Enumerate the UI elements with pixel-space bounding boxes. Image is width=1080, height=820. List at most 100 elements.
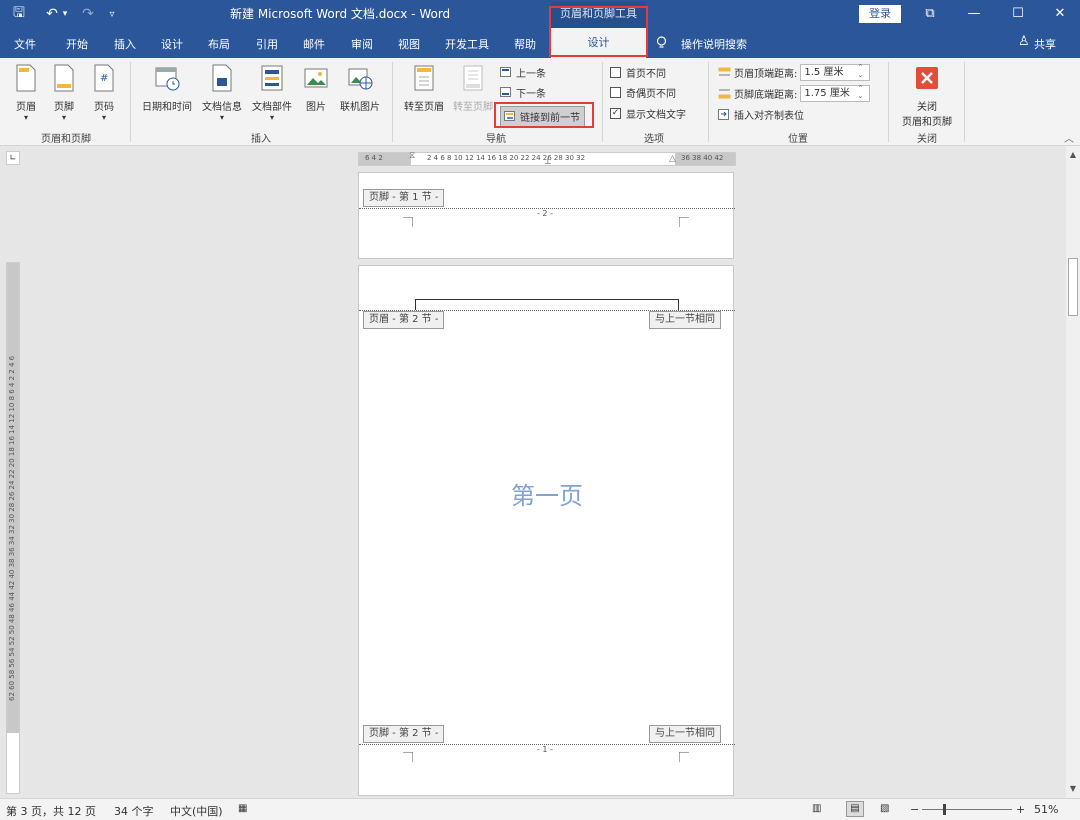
corner-crop-mark <box>679 217 689 227</box>
group-label-navigation: 导航 <box>486 134 506 145</box>
ruler-numbers-left: 6 4 2 <box>365 154 383 162</box>
page-number-button[interactable]: # 页码 ▾ <box>86 64 122 122</box>
footer-bottom-input[interactable]: 1.75 厘米 <box>800 84 871 102</box>
corner-crop-mark <box>403 752 413 762</box>
group-label-insert: 插入 <box>251 134 271 145</box>
quick-parts-button[interactable]: 文档部件 ▾ <box>248 64 296 122</box>
login-button[interactable]: 登录 <box>859 5 901 23</box>
tab-developer[interactable]: 开发工具 <box>445 36 489 52</box>
zoom-slider-track[interactable] <box>922 804 1012 815</box>
dropdown-arrow-icon: ▾ <box>269 113 274 122</box>
tell-me-search[interactable]: 操作说明搜索 <box>681 36 747 52</box>
previous-label: 上一条 <box>516 69 546 80</box>
vertical-scrollbar[interactable]: ▲ ▼ <box>1066 146 1080 798</box>
indent-marker-icon[interactable]: ⧖ <box>409 151 415 161</box>
tab-selector-icon[interactable]: ∟ <box>6 151 20 165</box>
dropdown-arrow-icon: ▾ <box>23 113 28 122</box>
zoom-out-button[interactable]: − <box>910 803 919 816</box>
tab-insert[interactable]: 插入 <box>114 36 136 52</box>
scroll-up-icon[interactable]: ▲ <box>1066 148 1080 162</box>
tab-mailings[interactable]: 邮件 <box>303 36 325 52</box>
goto-footer-button: 转至页脚 <box>450 64 496 113</box>
maximize-button[interactable]: ☐ <box>996 0 1040 28</box>
zoom-level[interactable]: 51% <box>1034 803 1058 816</box>
read-mode-icon[interactable]: ▥ <box>812 803 821 814</box>
footer-bottom-distance: 页脚底端距离: 1.75 厘米 <box>718 84 871 102</box>
header-label: 页眉 <box>16 102 36 113</box>
header-same-as-previous-tag: 与上一节相同 <box>649 311 721 329</box>
close-window-button[interactable]: ✕ <box>1038 0 1080 28</box>
tab-view[interactable]: 视图 <box>398 36 420 52</box>
header-button[interactable]: 页眉 ▾ <box>8 64 44 122</box>
insert-alignment-tab-button[interactable]: 插入对齐制表位 <box>718 107 804 122</box>
next-section-icon <box>500 87 511 97</box>
collapse-ribbon-icon[interactable]: ︿ <box>1064 130 1074 145</box>
page-current[interactable]: 页眉 - 第 2 节 - 与上一节相同 第一页 页脚 - 第 2 节 - 与上一… <box>358 265 735 796</box>
tab-review[interactable]: 审阅 <box>351 36 373 52</box>
tab-help[interactable]: 帮助 <box>514 36 536 52</box>
page-number-label: 页码 <box>94 102 114 113</box>
share-button[interactable]: 共享 <box>1034 36 1056 52</box>
page-previous[interactable]: 页脚 - 第 1 节 - - 2 - <box>358 172 735 259</box>
footer-section-tag: 页脚 - 第 1 节 - <box>363 189 445 207</box>
next-button[interactable]: 下一条 <box>500 85 546 100</box>
online-picture-icon <box>348 68 373 90</box>
page-count-status[interactable]: 第 3 页，共 12 页 <box>6 803 96 819</box>
print-layout-icon[interactable]: ▤ <box>846 801 864 817</box>
save-icon[interactable]: 🖫 <box>10 4 28 24</box>
picture-button[interactable]: 图片 <box>300 64 332 113</box>
odd-even-different-checkbox[interactable]: 奇偶页不同 <box>610 85 676 100</box>
scroll-down-icon[interactable]: ▼ <box>1066 782 1080 796</box>
first-page-different-checkbox[interactable]: 首页不同 <box>610 65 666 80</box>
goto-footer-icon <box>463 65 483 91</box>
ribbon-display-options-icon[interactable]: ⧉ <box>908 0 952 28</box>
vertical-ruler[interactable]: 62 60 58 56 54 52 50 48 46 44 42 40 38 3… <box>6 262 20 794</box>
show-document-text-checkbox[interactable]: ✓ 显示文档文字 <box>610 106 686 121</box>
ruler-numbers-right: 36 38 40 42 <box>681 154 724 162</box>
document-info-button[interactable]: 文档信息 ▾ <box>198 64 246 122</box>
scrollbar-thumb[interactable] <box>1068 258 1078 316</box>
header-top-label: 页眉顶端距离: <box>734 69 798 80</box>
odd-even-different-label: 奇偶页不同 <box>626 89 676 100</box>
page-number-text: - 2 - <box>537 209 553 218</box>
tab-layout[interactable]: 布局 <box>208 36 230 52</box>
word-count-status[interactable]: 34 个字 <box>114 803 154 819</box>
macro-record-icon[interactable]: ▦ <box>238 803 247 814</box>
language-status[interactable]: 中文(中国) <box>170 803 223 819</box>
tab-file[interactable]: 文件 <box>14 36 36 52</box>
document-info-icon <box>212 64 232 92</box>
right-indent-marker-icon[interactable]: △ <box>669 154 676 164</box>
goto-header-button[interactable]: 转至页眉 <box>398 64 450 113</box>
close-red-x-icon <box>916 67 938 89</box>
body-text[interactable]: 第一页 <box>359 476 735 511</box>
web-layout-icon[interactable]: ▧ <box>880 803 889 814</box>
previous-button[interactable]: 上一条 <box>500 65 546 80</box>
group-divider <box>888 62 889 142</box>
corner-crop-mark <box>679 752 689 762</box>
footer-button[interactable]: 页脚 ▾ <box>46 64 82 122</box>
page-number-icon: # <box>94 64 114 92</box>
group-label-header-footer: 页眉和页脚 <box>41 134 91 145</box>
header-top-input[interactable]: 1.5 厘米 <box>800 63 871 81</box>
zoom-in-button[interactable]: + <box>1016 803 1025 816</box>
status-bar: 第 3 页，共 12 页 34 个字 中文(中国) ▦ ▥ ▤ ▧ − + 51… <box>0 798 1080 820</box>
horizontal-ruler[interactable]: 6 4 2 2 4 6 8 10 12 14 16 18 20 22 24 26… <box>358 151 736 167</box>
group-label-options: 选项 <box>644 134 664 145</box>
center-tab-stop-icon[interactable]: ⊥ <box>544 157 552 167</box>
footer-same-as-previous-tag: 与上一节相同 <box>649 725 721 743</box>
svg-text:#: # <box>100 73 108 84</box>
tab-design[interactable]: 设计 <box>161 36 183 52</box>
date-time-button[interactable]: 日期和时间 <box>138 64 196 113</box>
close-header-footer-button[interactable]: 关闭 页眉和页脚 <box>896 64 958 128</box>
goto-header-icon <box>414 65 434 91</box>
date-time-label: 日期和时间 <box>142 102 192 113</box>
tab-home[interactable]: 开始 <box>66 36 88 52</box>
customize-quick-access-icon[interactable]: ▿ <box>106 4 118 24</box>
undo-icon[interactable]: ↶ <box>44 4 60 24</box>
online-picture-button[interactable]: 联机图片 <box>336 64 384 113</box>
minimize-button[interactable]: — <box>952 0 996 28</box>
undo-dropdown-icon[interactable]: ▾ <box>60 4 70 24</box>
zoom-slider-thumb[interactable] <box>943 804 947 815</box>
tab-references[interactable]: 引用 <box>256 36 278 52</box>
goto-footer-label: 转至页脚 <box>453 102 493 113</box>
